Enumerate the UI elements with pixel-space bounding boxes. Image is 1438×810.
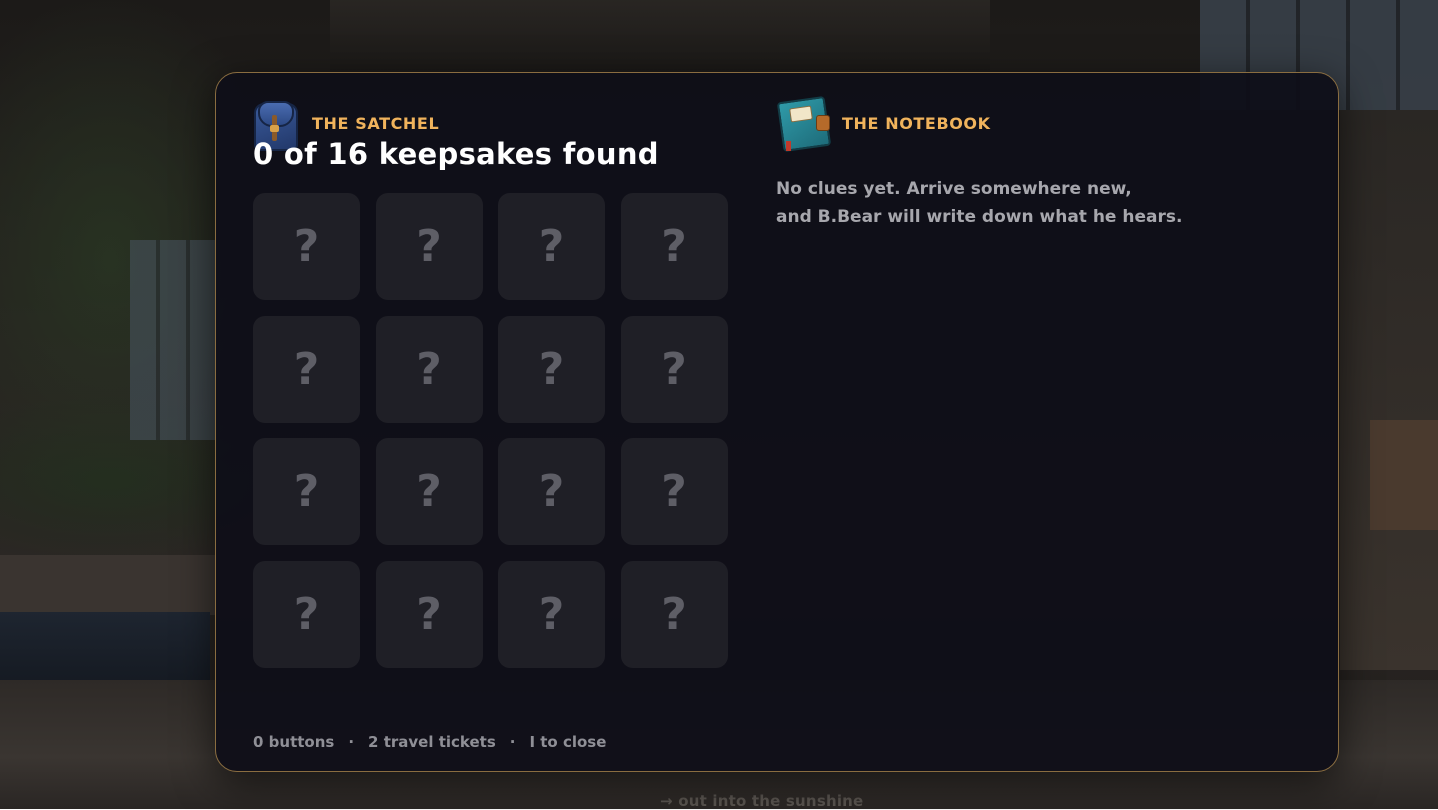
keepsake-slot[interactable]: ? (375, 560, 483, 668)
keepsake-slot[interactable]: ? (253, 193, 360, 300)
background-counter (1370, 420, 1438, 530)
background-bench (0, 612, 210, 684)
buttons-count: 0 buttons (253, 733, 335, 751)
ceiling (330, 0, 990, 70)
notebook-header: THE NOTEBOOK (776, 95, 991, 153)
keepsake-slot[interactable]: ? (498, 438, 605, 545)
keepsake-slot[interactable]: ? (375, 315, 483, 423)
notebook-empty-text: No clues yet. Arrive somewhere new, and … (776, 175, 1256, 231)
notebook-label: THE NOTEBOOK (842, 113, 991, 133)
notebook-icon (776, 95, 832, 153)
keepsake-slot[interactable]: ? (620, 438, 728, 545)
keepsake-slot[interactable]: ? (620, 315, 728, 423)
keepsake-grid: ? ? ? ? ? ? ? ? ? ? ? ? ? ? ? ? (253, 193, 728, 668)
keepsake-slot[interactable]: ? (620, 560, 728, 668)
satchel-label: THE SATCHEL (312, 113, 440, 133)
close-hint[interactable]: I to close (529, 733, 606, 751)
planter-ledge (0, 555, 215, 615)
travel-tickets-count: 2 travel tickets (368, 733, 496, 751)
keepsake-slot[interactable]: ? (253, 438, 360, 545)
keepsake-slot[interactable]: ? (620, 193, 728, 300)
keepsake-slot[interactable]: ? (375, 193, 483, 300)
background-wall (1340, 110, 1438, 670)
keepsake-slot[interactable]: ? (253, 315, 360, 423)
keepsake-slot[interactable]: ? (253, 560, 360, 668)
keepsake-slot[interactable]: ? (498, 315, 605, 423)
keepsakes-count: 0 of 16 keepsakes found (253, 137, 659, 171)
keepsake-slot[interactable]: ? (498, 193, 605, 300)
keepsake-slot[interactable]: ? (375, 438, 483, 545)
background-window (130, 240, 220, 440)
inventory-footer: 0 buttons · 2 travel tickets · I to clos… (253, 733, 606, 751)
keepsake-slot[interactable]: ? (498, 560, 605, 668)
notebook-line: and B.Bear will write down what he hears… (776, 207, 1183, 227)
notebook-line: No clues yet. Arrive somewhere new, (776, 179, 1132, 199)
footer-separator: · (348, 733, 355, 751)
footer-separator: · (509, 733, 516, 751)
inventory-panel: THE SATCHEL 0 of 16 keepsakes found ? ? … (215, 72, 1339, 772)
exit-hint[interactable]: → out into the sunshine (660, 792, 863, 810)
